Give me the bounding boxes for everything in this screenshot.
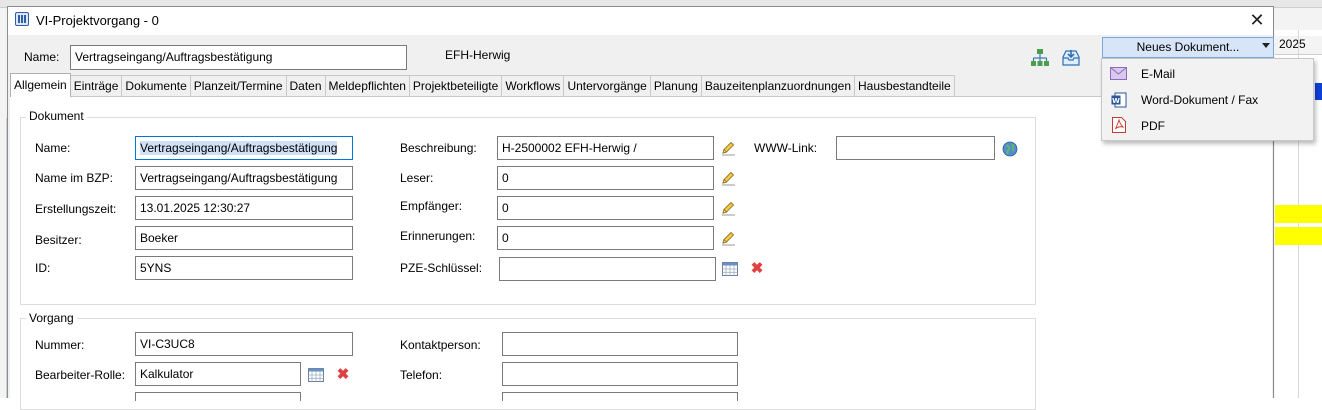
besitzer-label: Besitzer: <box>35 233 82 247</box>
svg-text:W: W <box>1112 97 1120 105</box>
vorgang-group-title: Vorgang <box>26 311 77 325</box>
word-document-icon: W <box>1111 92 1127 108</box>
new-document-button[interactable]: Neues Dokument... <box>1102 37 1274 58</box>
nummer-label: Nummer: <box>35 338 85 352</box>
name-input-selected-text: Vertragseingang/Auftragsbestätigung <box>140 141 338 155</box>
menu-item-word-fax[interactable]: Word-Dokument / Fax <box>1141 93 1258 107</box>
empfaenger-input[interactable]: 0 <box>497 196 714 220</box>
tab-bar: Allgemein Einträge Dokumente Planzeit/Te… <box>10 73 955 97</box>
empfaenger-label: Empfänger: <box>400 199 463 213</box>
background-yellow-bar <box>1275 205 1322 223</box>
erinnerungen-label: Erinnerungen: <box>400 229 476 243</box>
kontaktperson-input[interactable] <box>502 332 738 356</box>
background-blue-bar <box>1315 83 1322 100</box>
header-name-input[interactable]: Vertragseingang/Auftragsbestätigung <box>70 45 407 70</box>
leser-input[interactable]: 0 <box>497 166 714 190</box>
tab-workflows[interactable]: Workflows <box>501 75 565 97</box>
tab-daten[interactable]: Daten <box>285 75 326 97</box>
header-name-label: Name: <box>24 50 60 64</box>
tab-untervorgaenge[interactable]: Untervorgänge <box>563 75 651 97</box>
tab-meldepflichten[interactable]: Meldepflichten <box>324 75 410 97</box>
pze-schluessel-input[interactable] <box>499 257 716 281</box>
tab-projektbeteiligte[interactable]: Projektbeteiligte <box>408 75 503 97</box>
beschreibung-input[interactable]: H-2500002 EFH-Herwig / <box>497 136 714 160</box>
name-label: Name: <box>35 141 71 155</box>
www-link-label: WWW-Link: <box>754 141 818 155</box>
bearbeiter-rolle-input[interactable]: Kalkulator <box>135 362 301 386</box>
erstellungszeit-label: Erstellungszeit: <box>35 202 117 216</box>
name-bzp-input[interactable]: Vertragseingang/Auftragsbestätigung <box>135 166 353 190</box>
beschreibung-label: Beschreibung: <box>400 141 477 155</box>
www-link-input[interactable] <box>836 136 995 160</box>
dokument-group-title: Dokument <box>26 109 87 123</box>
pdf-icon <box>1112 117 1126 133</box>
hierarchy-icon[interactable] <box>1029 47 1051 69</box>
background-calendar-year: 2025 <box>1279 37 1306 51</box>
pze-schluessel-label: PZE-Schlüssel: <box>400 261 483 275</box>
project-label: EFH-Herwig <box>445 48 511 62</box>
calendar-icon[interactable] <box>722 262 738 276</box>
id-input[interactable]: 5YNS <box>135 256 353 280</box>
partial-input[interactable] <box>135 392 301 401</box>
tab-bauzeitenplanzuordnungen[interactable]: Bauzeitenplanzuordnungen <box>700 75 855 97</box>
pencil-icon[interactable] <box>720 200 736 216</box>
name-bzp-label: Name im BZP: <box>35 171 114 185</box>
tab-planzeit-termine[interactable]: Planzeit/Termine <box>189 75 287 97</box>
inbox-download-icon[interactable] <box>1060 47 1082 69</box>
leser-label: Leser: <box>400 171 434 185</box>
dialog-title: VI-Projektvorgang - 0 <box>36 13 159 28</box>
app-window-icon <box>15 12 29 26</box>
erstellungszeit-input[interactable]: 13.01.2025 12:30:27 <box>135 196 353 220</box>
telefon-input[interactable] <box>502 362 738 386</box>
close-button[interactable]: ✕ <box>1245 8 1269 32</box>
pencil-icon[interactable] <box>720 170 736 186</box>
tab-hausbestandteile[interactable]: Hausbestandteile <box>854 75 955 97</box>
erinnerungen-input[interactable]: 0 <box>497 226 714 250</box>
partial-input[interactable] <box>502 392 738 401</box>
tab-dokumente[interactable]: Dokumente <box>121 75 191 97</box>
nummer-input[interactable]: VI-C3UC8 <box>135 332 353 356</box>
telefon-label: Telefon: <box>400 368 443 382</box>
tab-allgemein[interactable]: Allgemein <box>10 73 71 97</box>
kontaktperson-label: Kontaktperson: <box>400 338 481 352</box>
bearbeiter-rolle-label: Bearbeiter-Rolle: <box>35 368 126 382</box>
tab-eintraege[interactable]: Einträge <box>69 75 123 97</box>
globe-icon[interactable] <box>1002 141 1018 157</box>
pencil-icon[interactable] <box>720 140 736 156</box>
menu-item-email[interactable]: E-Mail <box>1141 67 1175 81</box>
id-label: ID: <box>35 261 51 275</box>
tab-planung[interactable]: Planung <box>649 75 702 97</box>
menu-item-pdf[interactable]: PDF <box>1141 119 1165 133</box>
background-yellow-bar <box>1275 227 1322 245</box>
chevron-down-icon[interactable] <box>1262 43 1270 48</box>
pencil-icon[interactable] <box>720 230 736 246</box>
delete-icon[interactable]: ✖ <box>750 261 764 276</box>
delete-icon[interactable]: ✖ <box>336 367 350 382</box>
envelope-icon <box>1110 67 1127 80</box>
dialog-titlebar <box>8 7 1273 35</box>
besitzer-input[interactable]: Boeker <box>135 226 353 250</box>
calendar-icon[interactable] <box>308 368 324 382</box>
name-input[interactable]: Vertragseingang/Auftragsbestätigung <box>135 136 353 160</box>
